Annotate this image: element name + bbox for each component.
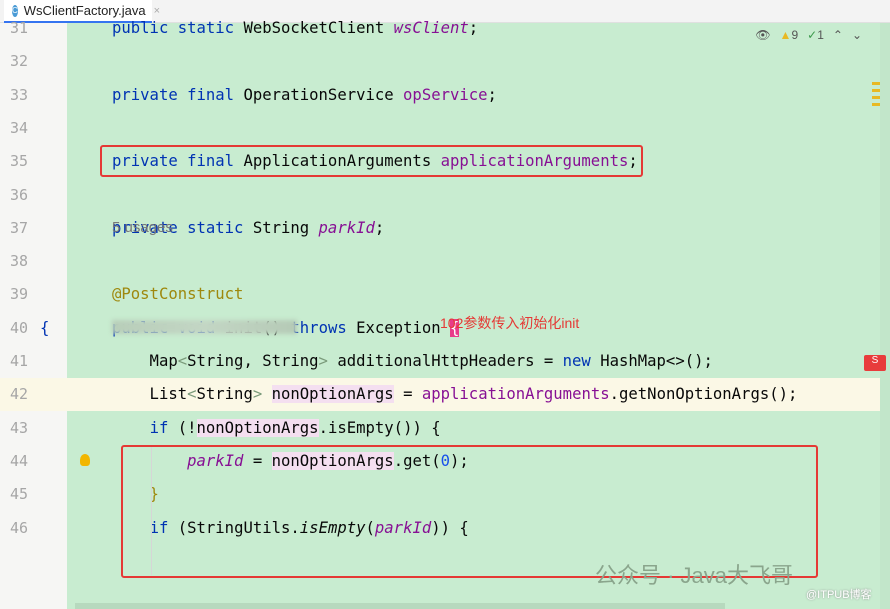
code-token: .getNonOptionArgs();: [609, 385, 798, 404]
code-text: @PostConstruct: [112, 278, 243, 311]
previous-highlight-icon[interactable]: ⌃: [833, 28, 843, 42]
code-token: OperationService: [243, 85, 404, 104]
line-number: 42: [9, 385, 28, 404]
fold-brace-icon[interactable]: {: [40, 312, 49, 345]
line-number: 35: [9, 152, 28, 171]
code-token: @PostConstruct: [112, 285, 244, 304]
code-line[interactable]: 34: [0, 112, 890, 145]
line-number: 36: [9, 185, 28, 204]
warning-marker[interactable]: [872, 89, 880, 92]
code-token: .isEmpty()) {: [318, 418, 441, 437]
line-number: 39: [9, 285, 28, 304]
line-number: 38: [9, 252, 28, 271]
line-number: 43: [9, 418, 28, 437]
code-token: List: [112, 385, 188, 404]
usages-hint[interactable]: 5 usages: [112, 219, 173, 236]
code-line[interactable]: 33 private final OperationService opServi…: [0, 79, 890, 112]
blurred-hint: [112, 320, 297, 334]
code-token: HashMap<>();: [600, 352, 713, 370]
next-highlight-icon[interactable]: ⌄: [852, 28, 862, 42]
code-token: (!: [177, 418, 197, 437]
code-token: String: [252, 218, 319, 237]
code-token: String, String: [187, 352, 319, 370]
code-token: =: [393, 385, 422, 404]
highlight-box-field: [100, 145, 643, 177]
horizontal-scrollbar[interactable]: [75, 603, 725, 609]
line-number: 45: [9, 485, 28, 504]
line-number: 37: [9, 218, 28, 237]
code-text: if (!nonOptionArgs.isEmpty()) {: [112, 412, 441, 445]
code-token: applicationArguments: [421, 385, 610, 404]
code-line[interactable]: 38: [0, 245, 890, 278]
check-count[interactable]: ✓1: [807, 28, 824, 42]
code-token: >: [252, 385, 272, 404]
warning-count[interactable]: ▲9: [780, 28, 799, 42]
code-line[interactable]: 43 if (!nonOptionArgs.isEmpty()) {: [0, 412, 890, 445]
input-method-logo: S: [864, 355, 886, 371]
scrollbar-minimap[interactable]: [880, 23, 890, 609]
annotation-note: 102参数传入初始化init: [440, 315, 580, 331]
code-token: ;: [374, 218, 385, 237]
code-token: <: [177, 352, 188, 370]
code-token: throws: [290, 318, 357, 337]
code-line[interactable]: 36: [0, 179, 890, 212]
watermark-itpub: @ITPUB博客: [806, 589, 872, 601]
code-token: ;: [468, 19, 479, 37]
watermark: 公众号 · Java大飞哥: [595, 563, 794, 588]
code-text: private final OperationService opService…: [112, 79, 497, 112]
code-token: Exception: [356, 318, 451, 337]
inspection-status[interactable]: 👁 ▲9 ✓1 ⌃ ⌄: [755, 28, 862, 42]
code-line[interactable]: 39 @PostConstruct: [0, 278, 890, 311]
warning-marker[interactable]: [872, 103, 880, 106]
warning-marker[interactable]: [872, 82, 880, 85]
line-number: 32: [9, 52, 28, 71]
lightbulb-icon[interactable]: [80, 454, 90, 466]
code-token: wsClient: [393, 19, 469, 37]
code-token: WebSocketClient: [243, 19, 394, 37]
line-number: 34: [9, 118, 28, 137]
code-token: additionalHttpHeaders =: [337, 352, 563, 370]
code-line[interactable]: 32: [0, 45, 890, 78]
line-number: 46: [9, 518, 28, 537]
code-line[interactable]: 41 Map<String, String> additionalHttpHea…: [0, 345, 890, 378]
warning-marker[interactable]: [872, 96, 880, 99]
code-token: >: [318, 352, 338, 370]
code-token: String: [196, 385, 253, 404]
code-text: Map<String, String> additionalHttpHeader…: [112, 345, 713, 378]
line-number: 33: [9, 85, 28, 104]
line-number: 44: [9, 451, 28, 470]
code-token: opService: [403, 85, 488, 104]
line-number: 40: [9, 318, 28, 337]
reader-mode-icon[interactable]: 👁: [755, 28, 770, 42]
code-token: public static: [112, 19, 244, 37]
code-token: ;: [487, 85, 497, 104]
line-number: 41: [9, 352, 28, 370]
code-token: Map: [112, 352, 178, 370]
code-line[interactable]: 42 List<String> nonOptionArgs = applicat…: [0, 378, 890, 412]
code-token: parkId: [318, 218, 375, 237]
code-token: if: [149, 418, 178, 437]
code-token: nonOptionArgs: [196, 418, 319, 437]
code-text: public static WebSocketClient wsClient;: [112, 12, 478, 45]
code-text: List<String> nonOptionArgs = application…: [112, 378, 797, 411]
code-token: <: [187, 385, 197, 404]
line-number: 31: [9, 19, 28, 37]
code-token: nonOptionArgs: [271, 385, 394, 404]
code-token: new: [562, 352, 601, 370]
code-token: private final: [112, 85, 244, 104]
